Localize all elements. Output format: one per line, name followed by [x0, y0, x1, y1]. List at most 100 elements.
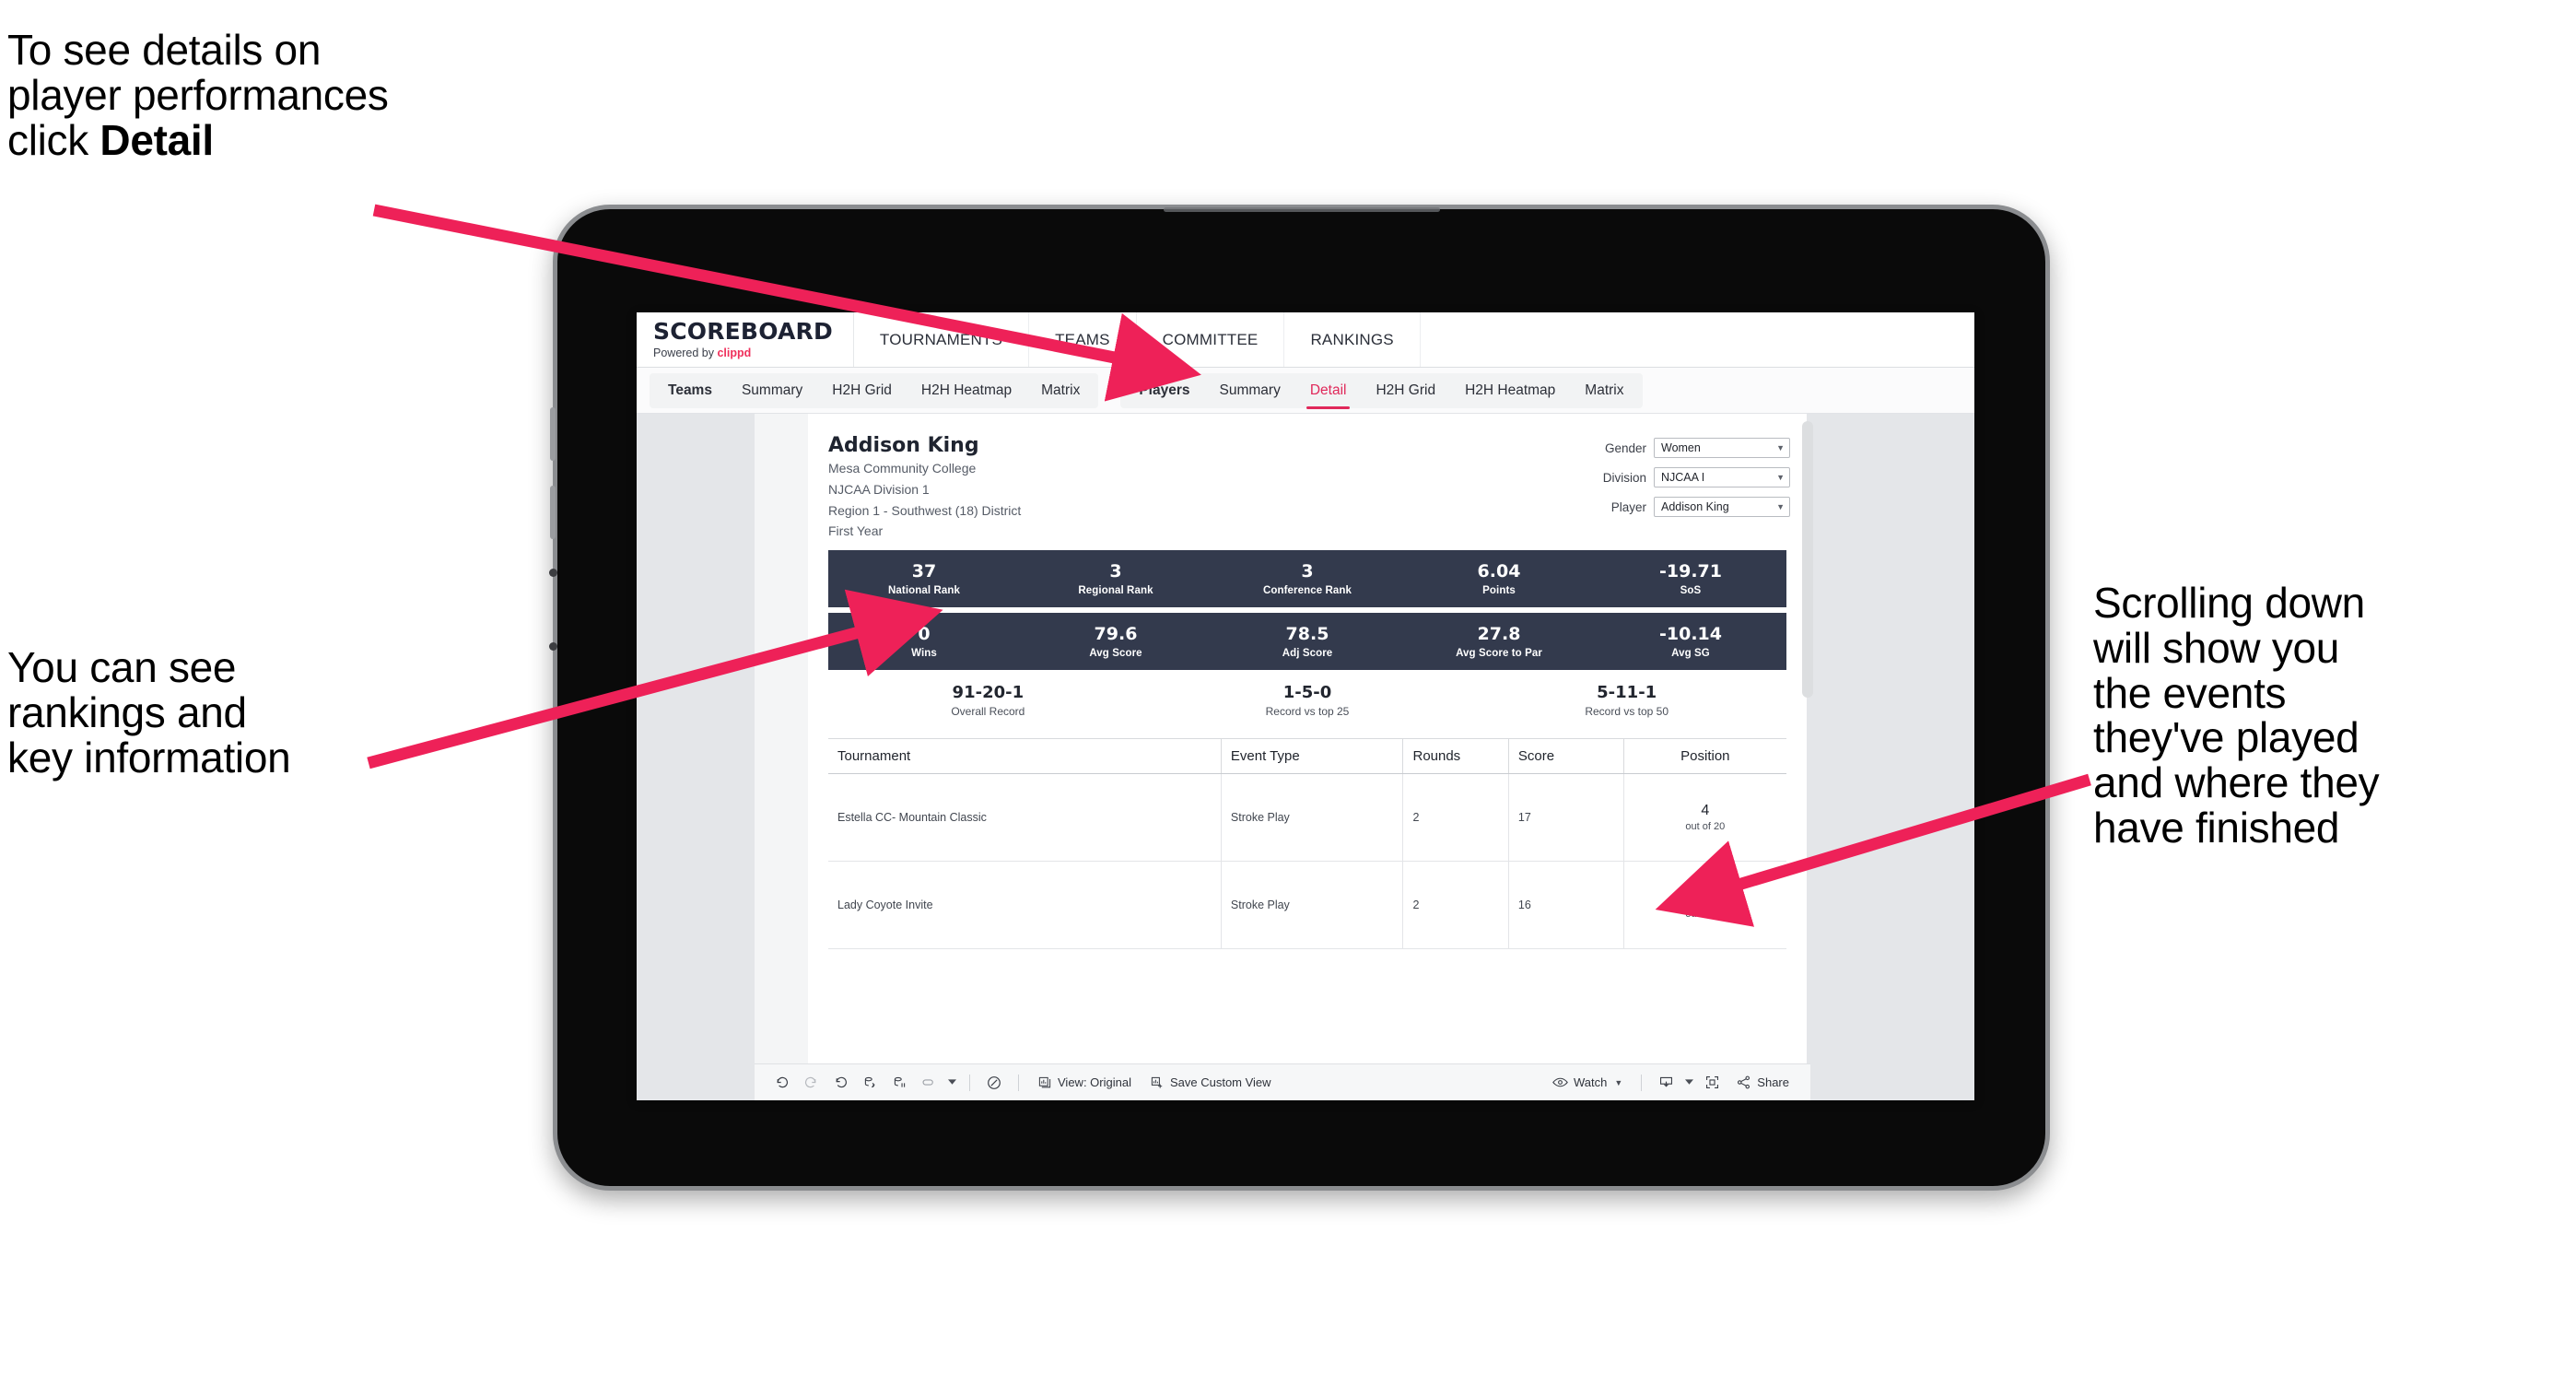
- save-custom-view-button[interactable]: Save Custom View: [1142, 1070, 1280, 1096]
- tab-teams-h2h-grid[interactable]: H2H Grid: [817, 373, 907, 408]
- filter-gender-select[interactable]: Women ▼: [1654, 438, 1790, 458]
- cell-tournament: Lady Coyote Invite: [828, 861, 1222, 950]
- stat-conference-rank: 3 Conference Rank: [1212, 550, 1403, 607]
- nav-item-teams[interactable]: TEAMS: [1029, 312, 1137, 367]
- nav-links: TOURNAMENTS TEAMS COMMITTEE RANKINGS: [854, 312, 1421, 367]
- powered-prefix: Powered by: [653, 346, 718, 359]
- table-row[interactable]: Lady Coyote Invite Stroke Play 2 16 7 ou…: [828, 861, 1786, 950]
- share-button[interactable]: Share: [1727, 1070, 1797, 1096]
- tablet-volume-up-button: [550, 407, 556, 461]
- position-out-of: out of 20: [1685, 820, 1726, 832]
- column-header-score[interactable]: Score: [1508, 739, 1624, 775]
- redo-icon[interactable]: [797, 1070, 825, 1096]
- stat-label: Conference Rank: [1262, 584, 1352, 596]
- pill-dropdown-caret-icon[interactable]: [944, 1070, 959, 1096]
- record-label: Overall Record: [951, 705, 1025, 719]
- nav-item-committee[interactable]: COMMITTEE: [1137, 312, 1285, 367]
- stat-value: -10.14: [1659, 623, 1722, 644]
- nav-item-tournaments[interactable]: TOURNAMENTS: [854, 312, 1030, 367]
- tab-teams-h2h-heatmap[interactable]: H2H Heatmap: [907, 373, 1026, 408]
- nav-item-rankings[interactable]: RANKINGS: [1284, 312, 1421, 367]
- filter-division-value: NJCAA I: [1661, 471, 1705, 484]
- tab-teams-summary[interactable]: Summary: [727, 373, 817, 408]
- column-header-tournament[interactable]: Tournament: [828, 739, 1222, 775]
- events-table: Tournament Event Type Rounds Score Posit…: [828, 739, 1786, 950]
- cell-rounds: 2: [1402, 861, 1509, 950]
- column-header-event-type[interactable]: Event Type: [1221, 739, 1404, 775]
- pill-shape-icon[interactable]: [915, 1070, 943, 1096]
- tablet-device-frame: SCOREBOARD Powered by clippd TOURNAMENTS…: [549, 205, 2050, 1191]
- stat-adj-score: 78.5 Adj Score: [1212, 613, 1403, 670]
- tab-players-matrix[interactable]: Matrix: [1570, 373, 1638, 408]
- view-original-button[interactable]: View: Original: [1029, 1070, 1140, 1096]
- stat-value: 79.6: [1094, 623, 1138, 644]
- tablet-volume-down-button: [550, 486, 556, 539]
- teams-tab-group: Teams Summary H2H Grid H2H Heatmap Matri…: [650, 372, 1099, 408]
- save-custom-view-label: Save Custom View: [1169, 1075, 1271, 1089]
- stat-national-rank: 37 National Rank: [828, 550, 1020, 607]
- cell-event-type: Stroke Play: [1221, 861, 1404, 950]
- download-caret-icon[interactable]: [1681, 1070, 1696, 1096]
- column-header-rounds[interactable]: Rounds: [1402, 739, 1509, 775]
- refresh-data-icon[interactable]: [856, 1070, 884, 1096]
- record-vs-top-25: 1-5-0 Record vs top 25: [1148, 683, 1468, 718]
- filter-division-select[interactable]: NJCAA I ▼: [1654, 467, 1790, 487]
- tab-players-h2h-heatmap[interactable]: H2H Heatmap: [1450, 373, 1570, 408]
- position-out-of: out of 20: [1685, 908, 1726, 920]
- vertical-scrollbar-thumb[interactable]: [1802, 421, 1813, 698]
- player-school: Mesa Community College: [828, 461, 977, 476]
- tab-players[interactable]: Players: [1124, 373, 1204, 408]
- position-number: 4: [1701, 803, 1710, 819]
- player-header: Addison King Mesa Community College NJCA…: [808, 429, 1807, 541]
- stat-label: Regional Rank: [1078, 584, 1153, 596]
- tab-players-summary[interactable]: Summary: [1205, 373, 1295, 408]
- tab-players-detail[interactable]: Detail: [1295, 373, 1362, 409]
- cell-score: 17: [1508, 773, 1624, 863]
- fullscreen-icon[interactable]: [1698, 1070, 1726, 1096]
- tablet-side-dot-2: [549, 642, 557, 651]
- filter-division-label: Division: [1602, 470, 1646, 485]
- toolbar-divider: [1018, 1074, 1019, 1091]
- powered-brand: clippd: [717, 346, 752, 359]
- stat-avg-score: 79.6 Avg Score: [1020, 613, 1212, 670]
- stat-value: 0: [918, 623, 931, 644]
- undo-icon[interactable]: [767, 1070, 795, 1096]
- stat-value: 6.04: [1477, 560, 1521, 581]
- players-tab-group: Players Summary Detail H2H Grid H2H Heat…: [1120, 372, 1643, 409]
- revert-icon[interactable]: [826, 1070, 854, 1096]
- toolbar-divider: [969, 1074, 970, 1091]
- cell-score: 16: [1508, 861, 1624, 950]
- chevron-down-icon: ▼: [1776, 473, 1785, 482]
- cell-tournament: Estella CC- Mountain Classic: [828, 773, 1222, 863]
- pause-data-icon[interactable]: [885, 1070, 913, 1096]
- download-icon[interactable]: [1652, 1070, 1680, 1096]
- filter-gender-label: Gender: [1604, 440, 1646, 455]
- filter-player-select[interactable]: Addison King ▼: [1654, 497, 1790, 517]
- brand-powered-by: Powered by clippd: [653, 346, 833, 359]
- stat-avg-score-to-par: 27.8 Avg Score to Par: [1403, 613, 1595, 670]
- view-original-label: View: Original: [1058, 1075, 1131, 1089]
- player-detail-card: Addison King Mesa Community College NJCA…: [808, 414, 1807, 1100]
- stat-label: National Rank: [888, 584, 960, 596]
- column-header-position[interactable]: Position: [1623, 739, 1786, 775]
- brand-logo[interactable]: SCOREBOARD Powered by clippd: [637, 312, 854, 367]
- tab-teams-matrix[interactable]: Matrix: [1026, 373, 1095, 408]
- table-row[interactable]: Estella CC- Mountain Classic Stroke Play…: [828, 773, 1786, 863]
- app-top-nav: SCOREBOARD Powered by clippd TOURNAMENTS…: [637, 312, 1974, 368]
- player-division: NJCAA Division 1: [828, 482, 930, 498]
- stat-sos: -19.71 SoS: [1595, 550, 1786, 607]
- player-name: Addison King: [828, 434, 979, 457]
- filter-gender-value: Women: [1661, 441, 1701, 454]
- record-value: 91-20-1: [952, 683, 1025, 703]
- stat-label: Adj Score: [1282, 647, 1333, 659]
- clear-filters-icon[interactable]: [980, 1070, 1008, 1096]
- tab-players-h2h-grid[interactable]: H2H Grid: [1361, 373, 1450, 408]
- watch-button[interactable]: Watch ▼: [1544, 1070, 1631, 1096]
- chevron-down-icon: ▼: [1614, 1077, 1623, 1087]
- tab-teams[interactable]: Teams: [653, 373, 727, 408]
- filter-player-value: Addison King: [1661, 500, 1729, 513]
- cell-rounds: 2: [1402, 773, 1509, 863]
- stat-value: 27.8: [1477, 623, 1521, 644]
- filter-player: Player Addison King ▼: [1560, 497, 1790, 517]
- tablet-screen: SCOREBOARD Powered by clippd TOURNAMENTS…: [637, 312, 1974, 1100]
